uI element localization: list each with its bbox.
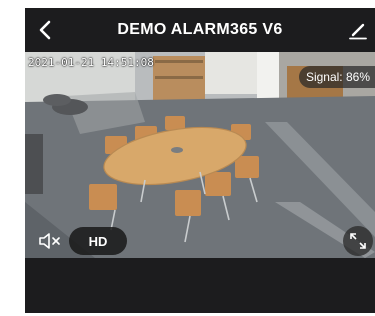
fullscreen-button[interactable] — [343, 226, 373, 256]
top-bar: DEMO ALARM365 V6 — [25, 8, 375, 52]
signal-badge: Signal: 86% — [298, 66, 375, 88]
hd-quality-button[interactable]: HD — [69, 227, 127, 255]
live-video-feed[interactable]: 2021-01-21 14:51:08 Signal: 86% HD — [25, 52, 375, 258]
video-timestamp: 2021-01-21 14:51:08 — [28, 56, 154, 69]
mute-button[interactable] — [35, 228, 65, 254]
edit-button[interactable] — [345, 18, 371, 44]
fullscreen-icon — [350, 233, 366, 249]
speaker-muted-icon — [39, 233, 60, 249]
controls-panel — [25, 258, 375, 313]
chevron-left-icon — [39, 20, 51, 40]
page-title: DEMO ALARM365 V6 — [117, 21, 283, 38]
camera-screen: DEMO ALARM365 V6 2021-01-21 14:51:08 Sig… — [25, 8, 375, 313]
pencil-icon — [349, 23, 367, 40]
back-button[interactable] — [31, 16, 59, 44]
